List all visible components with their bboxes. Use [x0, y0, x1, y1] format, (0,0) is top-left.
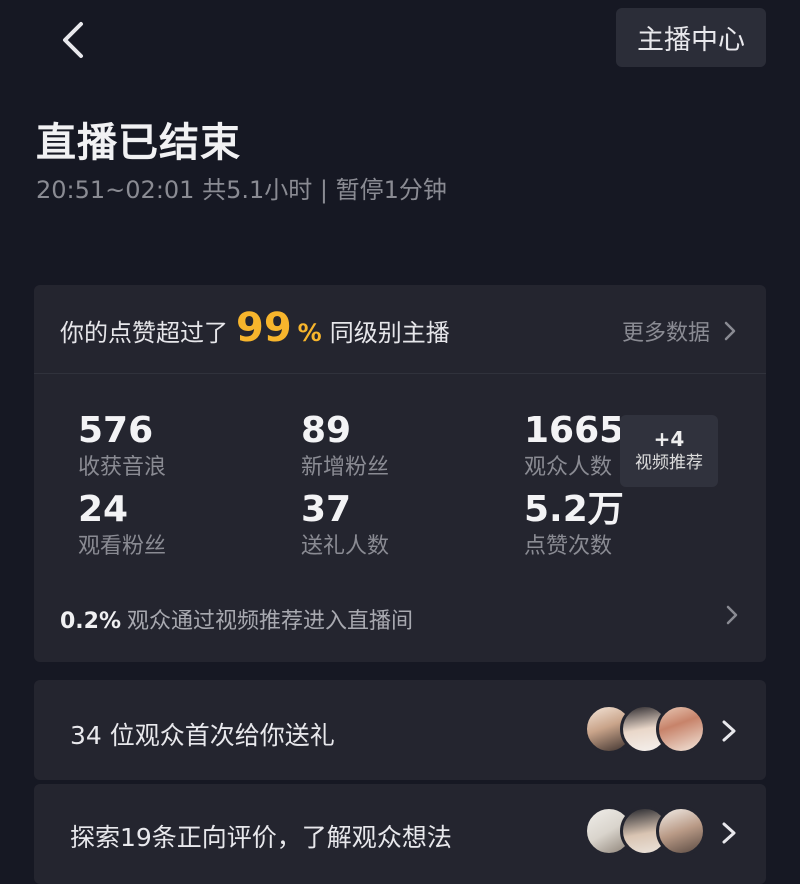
- stat-label: 点赞次数: [524, 534, 613, 559]
- badge-count: +4: [653, 427, 685, 451]
- stat-viewers: 1665 观众人数: [524, 409, 624, 483]
- back-button[interactable]: [52, 18, 92, 62]
- likes-percent-sign: %: [297, 319, 322, 347]
- stat-value: 89: [301, 410, 352, 451]
- stat-likes: 5.2万 点赞次数: [524, 488, 624, 562]
- first-gift-row[interactable]: 34 位观众首次给你送礼: [34, 680, 766, 780]
- avatar-group: [584, 704, 706, 754]
- avatar: [656, 704, 706, 754]
- stat-gift-senders: 37 送礼人数: [301, 488, 389, 562]
- stat-value: 576: [78, 410, 154, 451]
- more-data-label: 更多数据: [621, 321, 710, 346]
- stat-label: 收获音浪: [78, 455, 167, 480]
- avatar: [656, 806, 706, 856]
- live-duration-text: 20:51~02:01 共5.1小时 | 暂停1分钟: [36, 176, 447, 204]
- likes-percent-number: 99: [236, 305, 292, 351]
- more-data-link[interactable]: 更多数据: [622, 315, 736, 347]
- chevron-left-icon: [63, 22, 83, 58]
- likes-header: 你的点赞超过了 99 % 同级别主播 更多数据: [34, 285, 766, 374]
- stat-label: 观看粉丝: [78, 534, 167, 559]
- stat-value: 5.2万: [524, 489, 624, 530]
- chevron-right-icon: [724, 321, 736, 341]
- positive-comments-text: 探索19条正向评价，了解观众想法: [70, 823, 452, 852]
- video-recommend-row[interactable]: 0.2% 观众通过视频推荐进入直播间: [60, 603, 413, 635]
- stat-new-fans: 89 新增粉丝: [301, 409, 389, 483]
- likes-rank-text: 你的点赞超过了 99 % 同级别主播: [60, 305, 450, 351]
- recommend-percent: 0.2%: [60, 609, 122, 634]
- stat-label: 送礼人数: [301, 534, 390, 559]
- likes-prefix: 你的点赞超过了: [60, 319, 228, 347]
- anchor-center-button[interactable]: 主播中心: [616, 8, 766, 67]
- page-title: 直播已结束: [36, 120, 241, 166]
- stat-label: 观众人数: [524, 455, 613, 480]
- badge-label: 视频推荐: [635, 453, 703, 473]
- stat-value: 1665: [524, 410, 625, 451]
- stat-gift-points: 576 收获音浪: [78, 409, 166, 483]
- video-recommend-badge[interactable]: +4 视频推荐: [620, 415, 718, 487]
- chevron-right-icon: [722, 822, 736, 844]
- stat-value: 24: [78, 489, 129, 530]
- stat-watching-fans: 24 观看粉丝: [78, 488, 166, 562]
- chevron-right-icon: [722, 720, 736, 742]
- likes-suffix: 同级别主播: [329, 319, 450, 347]
- chevron-right-icon[interactable]: [726, 605, 738, 625]
- recommend-text: 观众通过视频推荐进入直播间: [127, 609, 414, 634]
- avatar-group: [584, 806, 706, 856]
- stats-card: 你的点赞超过了 99 % 同级别主播 更多数据 576 收获音浪 89 新增粉丝…: [34, 285, 766, 662]
- first-gift-text: 34 位观众首次给你送礼: [70, 721, 335, 750]
- positive-comments-row[interactable]: 探索19条正向评价，了解观众想法: [34, 784, 766, 884]
- stat-label: 新增粉丝: [301, 455, 390, 480]
- stat-value: 37: [301, 489, 352, 530]
